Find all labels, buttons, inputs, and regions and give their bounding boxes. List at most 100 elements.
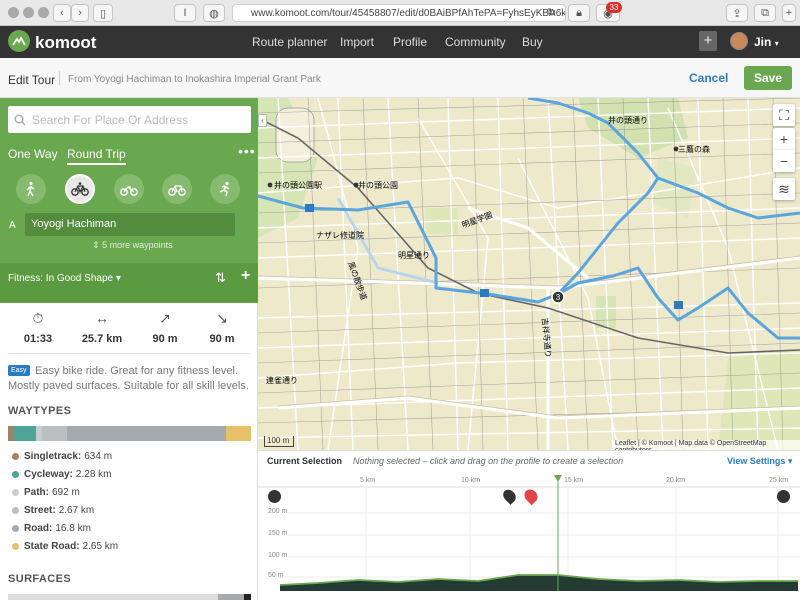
elevation-panel <box>258 450 800 600</box>
fitness-selector[interactable]: Fitness: In Good Shape ▾ <box>8 273 121 284</box>
waytype-value: 2.65 km <box>82 541 119 552</box>
distance-tick: 10 km <box>461 477 481 484</box>
lock-icon: 🔒︎ <box>576 6 582 19</box>
tab-one-way[interactable]: One Way <box>8 147 58 161</box>
address-bar[interactable]: www.komoot.com/tour/45458807/edit/d0BAiB… <box>232 4 566 22</box>
tab-round-trip[interactable]: Round Trip <box>67 147 126 165</box>
globe-icon: ◍ <box>209 7 219 20</box>
plus-icon: + <box>703 32 713 49</box>
more-options-icon[interactable]: ••• <box>238 143 256 159</box>
swap-direction-icon[interactable]: ⇅ <box>215 270 226 286</box>
surface-segment <box>244 594 251 600</box>
new-tab-button[interactable]: + <box>782 4 796 22</box>
share-button[interactable]: ⇪ <box>726 4 748 22</box>
chevron-down-icon: ▾ <box>774 39 779 48</box>
collapse-sidebar-button[interactable]: ‹ <box>258 114 267 127</box>
waytype-legend-item[interactable]: Road: 16.8 km <box>12 523 91 534</box>
legend-dot-icon <box>12 471 19 478</box>
legend-dot-icon <box>12 525 19 532</box>
divider <box>8 353 250 354</box>
hiking-icon <box>26 181 35 197</box>
end-marker-icon[interactable] <box>777 490 790 503</box>
running-icon <box>219 181 230 197</box>
forward-button[interactable]: › <box>71 4 89 22</box>
minimize-window-button[interactable] <box>23 7 34 18</box>
nav-import[interactable]: Import <box>340 35 374 49</box>
extension-button[interactable]: ◍ <box>203 4 225 22</box>
surfaces-heading: SURFACES <box>8 573 72 585</box>
brand-name[interactable]: komoot <box>35 33 96 53</box>
sidebar-toggle-button[interactable]: ▯ <box>93 4 113 22</box>
sport-touring-bike-button[interactable] <box>65 174 95 204</box>
fullscreen-icon: ⛶ <box>779 107 789 123</box>
waytype-legend-item[interactable]: Street: 2.67 km <box>12 505 94 516</box>
waytype-legend-item[interactable]: Singletrack: 634 m <box>12 451 112 462</box>
street-map: 3 井の頭公園駅 井の頭公園 三鷹の森 ナザレ修道院 明星通り 連雀通り 風の散… <box>258 98 800 450</box>
elevation-profile[interactable] <box>258 451 800 601</box>
legend-dot-icon <box>12 489 19 496</box>
elevation-tick: 150 m <box>268 530 288 537</box>
create-plus-button[interactable]: + <box>699 31 717 51</box>
close-window-button[interactable] <box>8 7 19 18</box>
layers-icon: ≋ <box>778 181 790 197</box>
save-button[interactable]: Save <box>744 66 792 90</box>
sport-road-bike-button[interactable] <box>162 174 192 204</box>
distance-tick: 25 km <box>769 477 789 484</box>
add-waypoint-icon[interactable]: + <box>241 267 250 285</box>
waytype-value: 2.28 km <box>75 469 112 480</box>
share-icon: ⇪ <box>732 7 742 20</box>
tour-description: Easy bike ride. Great for any fitness le… <box>8 365 249 392</box>
stat-uphill: ↗ 90 m <box>135 310 195 345</box>
search-input[interactable]: Search For Place Or Address <box>8 106 251 133</box>
layers-button[interactable]: ≋ <box>773 178 795 200</box>
sport-hiking-button[interactable] <box>16 174 46 204</box>
elevation-tick: 100 m <box>268 552 288 559</box>
nav-buy[interactable]: Buy <box>522 35 543 49</box>
back-button[interactable]: ‹ <box>53 4 71 22</box>
surface-segment <box>218 594 244 600</box>
map-label: 明星通り <box>398 250 430 260</box>
map-view[interactable]: 3 井の頭公園駅 井の頭公園 三鷹の森 ナザレ修道院 明星通り 連雀通り 風の散… <box>258 98 800 450</box>
zoom-in-button[interactable]: + <box>773 128 795 150</box>
fullscreen-button[interactable]: ⛶ <box>773 104 795 126</box>
waypoint-start-field[interactable]: Yoyogi Hachiman <box>25 213 235 236</box>
sport-running-button[interactable] <box>210 174 240 204</box>
komoot-logo-icon[interactable] <box>8 30 30 52</box>
waypoint-marker-label: 3 <box>556 293 561 302</box>
lock-button[interactable]: 🔒︎ <box>568 4 590 22</box>
nav-community[interactable]: Community <box>445 35 506 49</box>
cursor-icon: I <box>183 7 187 19</box>
mountain-bike-icon <box>120 186 138 196</box>
nav-route-planner[interactable]: Route planner <box>252 35 327 49</box>
search-placeholder: Search For Place Or Address <box>32 112 189 127</box>
distance-tick: 15 km <box>564 477 584 484</box>
avatar[interactable] <box>730 32 748 50</box>
uphill-value: 90 m <box>152 333 178 345</box>
zoom-window-button[interactable] <box>38 7 49 18</box>
distance-tick: 5 km <box>360 477 376 484</box>
more-waypoints-toggle[interactable]: ⇕ 5 more waypoints <box>92 240 173 251</box>
view-settings-button[interactable]: View Settings ▾ <box>727 456 792 467</box>
reader-button[interactable]: I <box>174 4 196 22</box>
user-menu[interactable]: Jin ▾ <box>754 35 779 49</box>
uphill-icon: ↗ <box>159 310 171 326</box>
waytype-legend-item[interactable]: State Road: 2.65 km <box>12 541 118 552</box>
zoom-out-button[interactable]: − <box>773 150 795 172</box>
chevron-right-icon: › <box>78 7 82 19</box>
waytype-legend-item[interactable]: Path: 692 m <box>12 487 80 498</box>
waytype-segment <box>226 426 251 441</box>
start-marker-icon[interactable] <box>268 490 281 503</box>
nav-profile[interactable]: Profile <box>393 35 427 49</box>
waytype-legend-item[interactable]: Cycleway: 2.28 km <box>12 469 112 480</box>
tabs-button[interactable]: ⧉ <box>754 4 776 22</box>
reload-icon[interactable]: ↻ <box>547 6 556 19</box>
map-label: 井の頭公園 <box>358 180 398 190</box>
difficulty-badge: Easy <box>8 365 30 376</box>
cancel-button[interactable]: Cancel <box>689 71 728 85</box>
tour-subtitle: From Yoyogi Hachiman to Inokashira Imper… <box>68 74 321 85</box>
sport-mountain-bike-button[interactable] <box>114 174 144 204</box>
stat-distance: ↔ 25.7 km <box>72 310 132 345</box>
map-label: 三鷹の森 <box>678 144 710 154</box>
distance-tick: 20 km <box>666 477 686 484</box>
duration-value: 01:33 <box>23 333 53 345</box>
